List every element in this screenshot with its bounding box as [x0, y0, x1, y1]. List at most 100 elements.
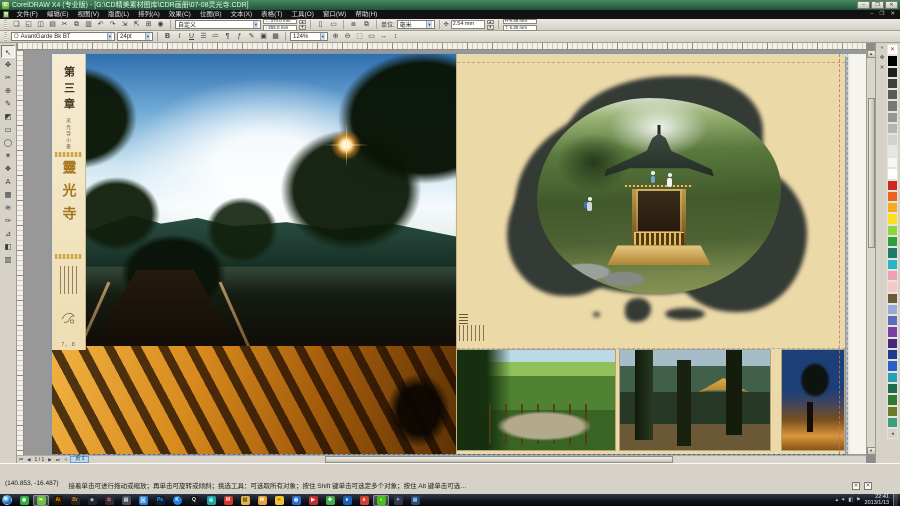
taskbar-photoshop[interactable]: Ps [152, 495, 168, 506]
taskbar-bridge[interactable]: Br [67, 495, 83, 506]
color-swatch[interactable] [887, 112, 898, 123]
zoom-tool[interactable]: ⊕ [1, 84, 15, 97]
color-swatch[interactable] [887, 146, 898, 157]
taskbar-green-app[interactable]: ✚ [322, 495, 338, 506]
color-swatch[interactable] [887, 100, 898, 111]
color-swatch[interactable] [887, 338, 898, 349]
copy-button[interactable]: ⧉ [71, 20, 82, 30]
ellipse-tool[interactable]: ◯ [1, 136, 15, 149]
menu-help[interactable]: 帮助(H) [351, 10, 382, 19]
margin-guide-horizontal[interactable] [457, 348, 845, 349]
color-swatch[interactable] [887, 191, 898, 202]
taskbar-thunder[interactable]: ➢ [271, 495, 287, 506]
color-swatch[interactable] [887, 349, 898, 360]
portrait-button[interactable]: ▯ [315, 20, 326, 30]
drawing-canvas[interactable]: 第三章 灵光寺小景 靈光寺 7、8 [24, 50, 866, 455]
toolbar-grip[interactable] [4, 32, 7, 41]
smart-fill-tool[interactable]: ◩ [1, 110, 15, 123]
color-swatch[interactable] [887, 326, 898, 337]
tray-icon-3[interactable]: ◧ [848, 497, 853, 503]
freehand-tool[interactable]: ✎ [1, 97, 15, 110]
chevron-down-icon[interactable]: ▾ [320, 33, 325, 40]
chevron-down-icon[interactable]: ▾ [145, 33, 150, 40]
corel-online-button[interactable]: ◉ [155, 20, 166, 30]
collapse-icon[interactable]: « [877, 44, 887, 53]
nudge-field[interactable]: 2.54 mm [451, 20, 485, 29]
color-swatch[interactable] [887, 281, 898, 292]
menu-effects[interactable]: 效果(C) [164, 10, 195, 19]
bold-button[interactable]: B [162, 32, 173, 42]
show-desktop-button[interactable] [893, 494, 898, 506]
palette-flyout-icon[interactable]: ◂ [887, 428, 898, 439]
menu-edit[interactable]: 编辑(E) [42, 10, 73, 19]
paper-width-field[interactable]: ↔370.0 mm [263, 19, 297, 25]
chevron-down-icon[interactable]: ▾ [426, 21, 431, 28]
color-swatch[interactable] [887, 123, 898, 134]
start-button[interactable] [2, 495, 12, 505]
color-swatch[interactable] [887, 293, 898, 304]
color-swatch[interactable] [887, 180, 898, 191]
all-pages-button[interactable]: ⧈ [348, 20, 359, 30]
eyedropper-tool[interactable]: ✑ [1, 214, 15, 227]
vertical-scrollbar[interactable]: ▲ ▼ [866, 50, 875, 455]
horizontal-ruler[interactable] [17, 43, 866, 50]
interactive-fill-tool[interactable]: ▥ [1, 253, 15, 266]
menu-window[interactable]: 窗口(W) [318, 10, 350, 19]
taskbar-globe[interactable]: ◍ [288, 495, 304, 506]
chapter-sidebar[interactable]: 第三章 灵光寺小景 靈光寺 7、8 [52, 54, 86, 350]
horizontal-scroll-thumb[interactable] [325, 456, 673, 463]
taskbar-qq[interactable]: Q [186, 495, 202, 506]
taskbar-mail[interactable]: ✉ [254, 495, 270, 506]
minimize-button[interactable]: – [857, 1, 870, 9]
edit-text-button[interactable]: ✎ [246, 32, 257, 42]
zoom-in-button[interactable]: ⊕ [330, 32, 341, 42]
nudge-spinner[interactable]: ▲▼ [487, 20, 494, 30]
shape-tool[interactable]: ✥ [1, 58, 15, 71]
color-swatch[interactable] [887, 406, 898, 417]
taskbar-clock[interactable]: 22:41 2013/1/13 [862, 494, 892, 506]
taskbar-kugou[interactable]: K [169, 495, 185, 506]
basic-shapes-tool[interactable]: ❖ [1, 162, 15, 175]
import-button[interactable]: ⇲ [119, 20, 130, 30]
new-button[interactable]: ❏ [11, 20, 22, 30]
bullets-button[interactable]: ≔ [210, 32, 221, 42]
chevron-down-icon[interactable]: ▾ [253, 21, 258, 28]
zoom-level-combo[interactable]: 124% ▾ [290, 32, 328, 41]
color-swatch[interactable] [887, 225, 898, 236]
rectangle-tool[interactable]: ▭ [1, 123, 15, 136]
taskbar-360browser[interactable]: ❧ [33, 495, 49, 506]
fill-tool[interactable]: ◧ [1, 240, 15, 253]
menu-text[interactable]: 文本(X) [226, 10, 257, 19]
table-tool[interactable]: ▦ [1, 188, 15, 201]
paper-size-spinner[interactable]: ▲▼ [299, 20, 306, 30]
menu-arrange[interactable]: 排列(A) [134, 10, 165, 19]
blend-tool[interactable]: ≋ [1, 201, 15, 214]
pick-tool[interactable]: ↖ [1, 45, 15, 58]
taskbar-colorful-app[interactable]: ✿ [101, 495, 117, 506]
color-swatch[interactable] [887, 213, 898, 224]
italic-button[interactable]: I [174, 32, 185, 42]
duplicate-y-field[interactable]: ↥6.35 mm [503, 25, 537, 31]
text-tool[interactable]: A [1, 175, 15, 188]
margin-guide-horizontal[interactable] [457, 62, 845, 63]
dock-add-icon[interactable]: ✥ [877, 54, 887, 63]
color-swatch[interactable] [887, 304, 898, 315]
dock-close-icon[interactable]: ✕ [877, 64, 887, 73]
pavilion-photo[interactable] [620, 350, 770, 450]
undo-button[interactable]: ↶ [95, 20, 106, 30]
tray-icon-4[interactable]: ⚑ [856, 497, 860, 503]
color-swatch[interactable] [887, 315, 898, 326]
color-swatch[interactable] [887, 372, 898, 383]
taskbar-m-app[interactable]: M [220, 495, 236, 506]
zoom-selected-button[interactable]: ⬚ [354, 32, 365, 42]
taskbar-player[interactable]: ▶ [305, 495, 321, 506]
color-swatch[interactable] [887, 417, 898, 428]
zoom-out-button[interactable]: ⊖ [342, 32, 353, 42]
taskbar-pictures[interactable]: ▧ [237, 495, 253, 506]
page-tab[interactable]: 页 1 [70, 456, 89, 463]
save-button[interactable]: ◫ [35, 20, 46, 30]
zoom-width-button[interactable]: ↔ [378, 32, 389, 42]
outline-pen-tool[interactable]: ⊿ [1, 227, 15, 240]
alignment-button[interactable]: ☰ [198, 32, 209, 42]
paper-height-field[interactable]: ↕265.0 mm [263, 25, 297, 31]
